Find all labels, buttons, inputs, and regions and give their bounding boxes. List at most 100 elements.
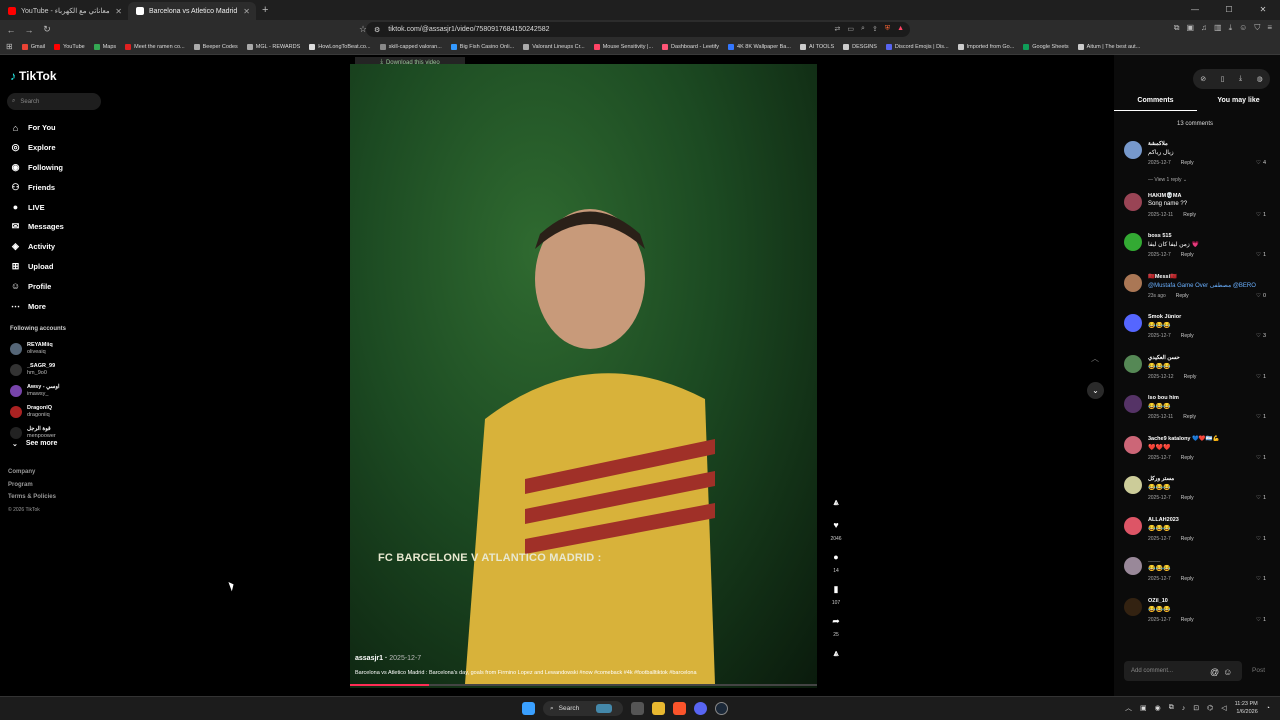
profile-icon[interactable]: ☺ xyxy=(1239,23,1247,33)
video-author[interactable]: assasjr1 · 2025-12-7 xyxy=(355,655,421,662)
brave-shield-icon[interactable]: ⛨ xyxy=(885,25,890,33)
nav-item-live[interactable]: ● LIVE xyxy=(10,197,64,217)
reply-button[interactable]: Reply xyxy=(1181,455,1194,461)
nav-item-profile[interactable]: ☺ Profile xyxy=(10,276,64,296)
comment-username[interactable]: lso bou him xyxy=(1148,395,1179,401)
comment-username[interactable]: OZil_10 xyxy=(1148,598,1168,604)
embed-icon[interactable]: ⊘ xyxy=(1200,75,1206,83)
footer-program-link[interactable]: Program xyxy=(8,482,56,495)
wallet-icon[interactable]: ▣ xyxy=(1186,23,1194,33)
nav-item-upload[interactable]: ⊞ Upload xyxy=(10,257,64,277)
tray-app-icon[interactable]: ⧉ xyxy=(1169,704,1174,712)
tray-app-icon[interactable]: ▣ xyxy=(1140,704,1147,712)
avatar[interactable] xyxy=(1124,395,1142,413)
apps-icon[interactable]: ⊞ xyxy=(6,42,13,51)
save-button[interactable]: ▮ 107 xyxy=(826,582,846,606)
extensions-icon[interactable]: ⧉ xyxy=(1174,23,1180,33)
tiktok-logo[interactable]: ♪ TikTok xyxy=(10,69,57,83)
following-account[interactable]: Awsy - اوسي imawsy_ xyxy=(10,380,60,401)
sound-button[interactable]: ⩓ xyxy=(826,646,846,661)
avatar[interactable] xyxy=(1124,516,1142,535)
avatar[interactable] xyxy=(1124,233,1142,251)
new-tab-icon[interactable]: + xyxy=(262,4,268,16)
comment-like-button[interactable]: ♡ 1 xyxy=(1256,455,1266,461)
comment-like-button[interactable]: ♡ 1 xyxy=(1256,212,1266,218)
comment-like-button[interactable]: ♡ 1 xyxy=(1256,536,1266,542)
reply-button[interactable]: Reply xyxy=(1181,495,1194,501)
reply-button[interactable]: Reply xyxy=(1183,212,1196,218)
bookmark-item[interactable]: AI TOOLS xyxy=(799,43,834,50)
tab-you-may-like[interactable]: You may like xyxy=(1197,95,1280,111)
previous-video-button[interactable]: ︿ xyxy=(1087,353,1103,369)
avatar[interactable] xyxy=(1124,597,1142,616)
bookmark-item[interactable]: Valorant Lineups Cr... xyxy=(523,43,585,50)
bookmark-item[interactable]: 4K 8K Wallpaper Ba... xyxy=(728,43,791,50)
nav-item-more[interactable]: ⋯ More xyxy=(10,296,64,316)
translate-icon[interactable]: ⇄ xyxy=(835,25,841,33)
cast-icon[interactable]: ▭ xyxy=(847,25,854,33)
comment-like-button[interactable]: ♡ 1 xyxy=(1256,617,1266,623)
windows-start-icon[interactable] xyxy=(522,702,535,715)
maximize-icon[interactable]: ☐ xyxy=(1212,0,1246,20)
nav-item-explore[interactable]: ◎ Explore xyxy=(10,138,64,158)
nav-item-messages[interactable]: ✉ Messages xyxy=(10,217,64,237)
coin-icon[interactable]: ◍ xyxy=(1257,75,1263,83)
bookmark-item[interactable]: Aitum | The best aut... xyxy=(1077,43,1140,50)
avatar[interactable] xyxy=(1124,354,1142,373)
nav-item-for-you[interactable]: ⌂ For You xyxy=(10,118,64,138)
microphone-icon[interactable]: ♪ xyxy=(1182,705,1186,712)
reply-button[interactable]: Reply xyxy=(1181,333,1194,339)
post-button[interactable]: Post xyxy=(1252,667,1265,674)
nav-item-following[interactable]: ◉ Following xyxy=(10,158,64,178)
comment-like-button[interactable]: ♡ 1 xyxy=(1256,252,1266,258)
nav-item-friends[interactable]: ⚇ Friends xyxy=(10,177,64,197)
following-account[interactable]: DragonIQ dragoniiq xyxy=(10,401,60,422)
reply-button[interactable]: Reply xyxy=(1184,374,1197,380)
comment-like-button[interactable]: ♡ 4 xyxy=(1256,160,1266,166)
minimize-icon[interactable]: — xyxy=(1178,0,1212,20)
comment-username[interactable]: ملاكمشة xyxy=(1148,141,1168,147)
comment-username[interactable]: 3ache9 katalony 💙❤️🇦🇷💪 xyxy=(1148,436,1219,442)
vpn-icon[interactable]: ⛉ xyxy=(1254,23,1260,33)
comment-username[interactable]: boss 515 xyxy=(1148,233,1172,239)
comment-username[interactable]: Smok Jünior xyxy=(1148,314,1181,320)
volume-icon[interactable]: ◁ xyxy=(1221,704,1226,712)
bookmark-item[interactable]: Beeper Codes xyxy=(193,43,238,50)
comment-username[interactable]: مستر وركل xyxy=(1148,476,1174,482)
comment-username[interactable]: HAKIM💀MA xyxy=(1148,193,1181,199)
notifications-icon[interactable]: ◔ xyxy=(1266,705,1270,712)
see-more-button[interactable]: ⌄ See more xyxy=(12,440,57,448)
sidebar-icon[interactable]: ▥ xyxy=(1214,23,1222,33)
avatar[interactable] xyxy=(1124,435,1142,454)
emoji-icon[interactable]: ☺ xyxy=(1223,667,1232,677)
steam-icon[interactable] xyxy=(715,702,728,715)
address-bar[interactable]: ⚙ tiktok.com/@assasjr1/video/75809176841… xyxy=(366,22,910,37)
search-box[interactable]: ⌕ Search xyxy=(7,93,101,110)
mention-icon[interactable]: @ xyxy=(1210,667,1219,677)
avatar[interactable] xyxy=(1124,192,1142,211)
taskbar-clock[interactable]: 11:23 PM 1/6/2026 xyxy=(1235,700,1258,716)
network-icon[interactable]: ⌬ xyxy=(1207,704,1213,712)
bookmark-item[interactable]: Gmail xyxy=(21,43,45,50)
bookmark-item[interactable]: Big Fish Casino Onli... xyxy=(450,43,514,50)
bookmark-item[interactable]: Discord Emojis | Dis... xyxy=(885,43,949,50)
reply-button[interactable]: Reply xyxy=(1181,160,1194,166)
close-tab-icon[interactable]: ✕ xyxy=(243,7,250,16)
comment-like-button[interactable]: ♡ 1 xyxy=(1256,374,1266,380)
close-tab-icon[interactable]: ✕ xyxy=(115,7,122,16)
bookmark-item[interactable]: YouTube xyxy=(54,43,85,50)
brave-browser-icon[interactable] xyxy=(673,702,686,715)
like-button[interactable]: ♥ 2046 xyxy=(826,518,846,542)
video-player[interactable]: FC BARCELONE V ATLANTICO MADRID : assasj… xyxy=(350,64,817,688)
reload-icon[interactable]: ↻ xyxy=(40,24,54,35)
nav-item-activity[interactable]: ◈ Activity xyxy=(10,237,64,257)
tray-app-icon[interactable]: ⊡ xyxy=(1193,704,1199,712)
reply-button[interactable]: Reply xyxy=(1181,536,1194,542)
bookmark-item[interactable]: Dashboard - Leetify xyxy=(662,43,719,50)
tray-overflow-icon[interactable]: ︿ xyxy=(1125,703,1132,713)
reply-button[interactable]: Reply xyxy=(1183,414,1196,420)
comment-like-button[interactable]: ♡ 1 xyxy=(1256,576,1266,582)
footer-company-link[interactable]: Company xyxy=(8,469,56,482)
tray-app-icon[interactable]: ◉ xyxy=(1155,704,1161,712)
avatar[interactable] xyxy=(1124,557,1142,575)
